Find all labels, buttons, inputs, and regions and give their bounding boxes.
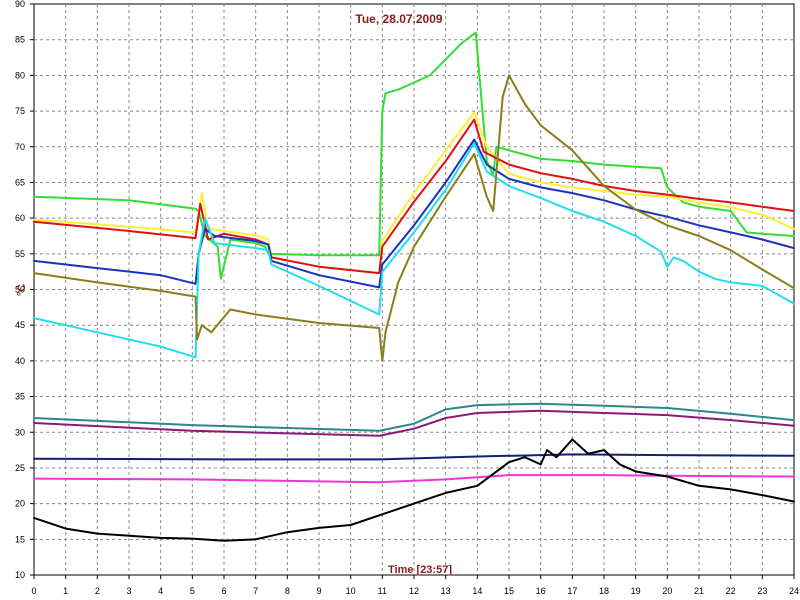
x-tick-label: 18	[599, 586, 609, 596]
y-tick-label: 85	[15, 35, 25, 45]
y-tick-label: 45	[15, 320, 25, 330]
y-tick-label: 15	[15, 534, 25, 544]
chart-title: Tue, 28.07.2009	[355, 12, 442, 26]
chart-container: 0 1 2 3 4 5 6 7 8 9 10 11 12 13 14 15 16 17 18 19 20 21 22 23 24…	[0, 0, 800, 600]
x-tick-label: 14	[472, 586, 482, 596]
x-tick-label: 3	[126, 586, 131, 596]
x-tick-label: 4	[158, 586, 163, 596]
x-tick-label: 11	[378, 586, 387, 596]
y-tick-label: 80	[15, 70, 25, 80]
y-tick-label: 65	[15, 177, 25, 187]
x-tick-label: 20	[662, 586, 672, 596]
x-tick-label: 8	[285, 586, 290, 596]
x-tick-label: 9	[316, 586, 321, 596]
y-tick-label: 90	[15, 0, 25, 9]
x-tick-label: 0	[31, 586, 36, 596]
x-tick-label: 7	[253, 586, 258, 596]
x-tick-label: 5	[190, 586, 195, 596]
x-axis-label: Time [23:57]	[388, 564, 452, 576]
x-tick-label: 23	[757, 586, 767, 596]
x-tick-label: 2	[95, 586, 100, 596]
y-tick-label: 10	[15, 570, 25, 580]
x-tick-label: 13	[441, 586, 451, 596]
x-tick-label: 17	[567, 586, 577, 596]
y-tick-label: 40	[15, 356, 25, 366]
y-tick-label: 75	[15, 106, 25, 116]
x-tick-label: 15	[504, 586, 514, 596]
x-tick-label: 6	[221, 586, 226, 596]
y-tick-label: 70	[15, 142, 25, 152]
y-axis-label: °C	[16, 284, 28, 296]
y-tick-label: 35	[15, 392, 25, 402]
x-tick-label: 21	[694, 586, 704, 596]
x-tick-label: 19	[631, 586, 641, 596]
line-chart: 0 1 2 3 4 5 6 7 8 9 10 11 12 13 14 15 16 17 18 19 20 21 22 23 24…	[15, 0, 799, 596]
y-tick-label: 25	[15, 463, 25, 473]
y-tick-label: 60	[15, 213, 25, 223]
x-tick-label: 12	[409, 586, 419, 596]
x-tick-label: 16	[536, 586, 546, 596]
y-tick-label: 55	[15, 249, 25, 259]
x-tick-label: 24	[789, 586, 799, 596]
y-tick-label: 20	[15, 499, 25, 509]
x-tick-label: 1	[63, 586, 68, 596]
y-tick-label: 30	[15, 427, 25, 437]
x-tick-label: 10	[346, 586, 356, 596]
x-tick-label: 22	[726, 586, 736, 596]
